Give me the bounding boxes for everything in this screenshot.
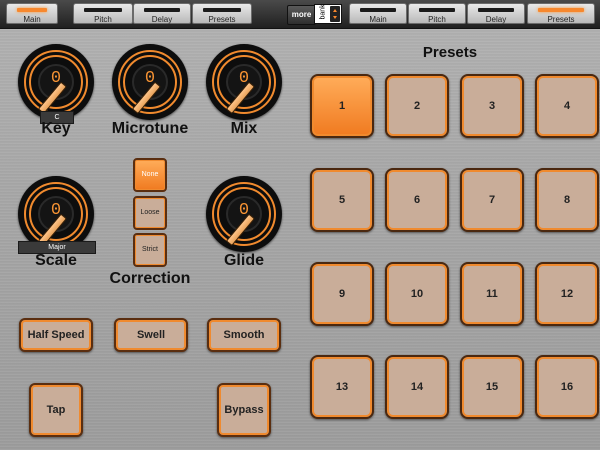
mix-label: Mix [230, 120, 258, 137]
tab-label: Main [369, 15, 387, 24]
preset-pad-8[interactable]: 8 [535, 168, 599, 232]
tab-indicator [203, 8, 241, 12]
tab-label: Main [23, 15, 41, 24]
smooth-button[interactable]: Smooth [207, 318, 281, 352]
correction-loose-button[interactable]: Loose [133, 196, 167, 230]
preset-pad-11[interactable]: 11 [460, 262, 524, 326]
glide-label: Glide [223, 252, 264, 269]
scale-label: Scale [35, 252, 77, 269]
correction-none-button[interactable]: None [133, 158, 167, 192]
tab-label: Presets [547, 15, 575, 24]
tab-indicator [360, 8, 396, 12]
preset-pad-16[interactable]: 16 [535, 355, 599, 419]
up-down-arrows-icon[interactable] [330, 6, 340, 22]
tab-main-left[interactable]: Main [6, 3, 58, 24]
tab-presets-right[interactable]: Presets [527, 3, 595, 24]
preset-pad-12[interactable]: 12 [535, 262, 599, 326]
tab-indicator [144, 8, 180, 12]
mix-knob[interactable]: 0 [206, 44, 282, 120]
preset-pad-14[interactable]: 14 [385, 355, 449, 419]
microtune-knob[interactable]: 0 [112, 44, 188, 120]
preset-pad-9[interactable]: 9 [310, 262, 374, 326]
tab-indicator [538, 8, 584, 12]
tab-label: Pitch [94, 15, 112, 24]
preset-pad-4[interactable]: 4 [535, 74, 599, 138]
tab-pitch-right[interactable]: Pitch [408, 3, 466, 24]
swell-button[interactable]: Swell [114, 318, 188, 352]
tab-indicator [84, 8, 122, 12]
preset-pad-2[interactable]: 2 [385, 74, 449, 138]
tap-button[interactable]: Tap [29, 383, 83, 437]
tab-label: Pitch [428, 15, 446, 24]
preset-pad-10[interactable]: 10 [385, 262, 449, 326]
preset-pad-15[interactable]: 15 [460, 355, 524, 419]
tab-label: Presets [208, 15, 236, 24]
tab-indicator [419, 8, 455, 12]
tab-delay-left[interactable]: Delay [133, 3, 191, 24]
bank-label: bank [319, 4, 327, 20]
tab-indicator [478, 8, 514, 12]
tab-pitch-left[interactable]: Pitch [73, 3, 133, 24]
tab-indicator [17, 8, 47, 12]
key-knob[interactable]: 0 [18, 44, 94, 120]
tab-delay-right[interactable]: Delay [467, 3, 525, 24]
presets-title: Presets [422, 44, 478, 61]
preset-pad-6[interactable]: 6 [385, 168, 449, 232]
preset-pad-3[interactable]: 3 [460, 74, 524, 138]
preset-pad-7[interactable]: 7 [460, 168, 524, 232]
top-bar: Main Pitch Delay Presets more bank Main … [0, 0, 600, 29]
tab-main-right[interactable]: Main [349, 3, 407, 24]
half-speed-button[interactable]: Half Speed [19, 318, 93, 352]
preset-pad-13[interactable]: 13 [310, 355, 374, 419]
tab-presets-left[interactable]: Presets [192, 3, 252, 24]
correction-label: Correction [109, 270, 191, 287]
tab-label: Delay [151, 15, 173, 24]
bank-stepper-control[interactable]: bank [314, 4, 342, 24]
preset-pad-1[interactable]: 1 [310, 74, 374, 138]
glide-knob[interactable]: 0 [206, 176, 282, 252]
more-button[interactable]: more [287, 5, 316, 25]
bypass-button[interactable]: Bypass [217, 383, 271, 437]
correction-strict-button[interactable]: Strict [133, 233, 167, 267]
tab-label: Delay [485, 15, 507, 24]
preset-pad-5[interactable]: 5 [310, 168, 374, 232]
